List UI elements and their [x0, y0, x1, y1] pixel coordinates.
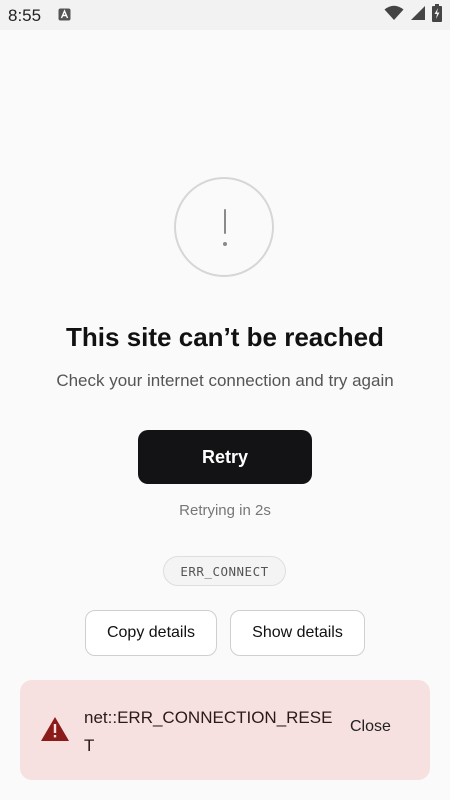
- screen: 8:55 This site can’t be reached Check yo…: [0, 0, 450, 800]
- status-bar: 8:55: [0, 0, 450, 30]
- signal-icon: [410, 5, 426, 26]
- page-title: This site can’t be reached: [66, 322, 384, 352]
- snackbar-message: net::ERR_CONNECTION_RESET: [84, 708, 333, 755]
- retry-button[interactable]: Retry: [138, 430, 312, 484]
- snackbar-close-button[interactable]: Close: [350, 718, 391, 736]
- notification-a-icon: [58, 8, 71, 21]
- copy-details-button[interactable]: Copy details: [85, 610, 217, 656]
- status-time: 8:55: [8, 6, 42, 25]
- retry-countdown: Retrying in 2s: [179, 502, 271, 519]
- error-code-chip: ERR_CONNECT: [163, 556, 286, 586]
- show-details-button[interactable]: Show details: [230, 610, 365, 656]
- page-subtitle: Check your internet connection and try a…: [56, 371, 394, 390]
- status-icons: [384, 3, 442, 27]
- wifi-icon: [384, 5, 404, 26]
- warning-triangle-icon: [40, 716, 70, 742]
- error-snackbar: net::ERR_CONNECTION_RESET Close: [20, 680, 430, 780]
- exclamation-circle-icon: [174, 177, 274, 277]
- battery-charging-icon: [432, 3, 442, 27]
